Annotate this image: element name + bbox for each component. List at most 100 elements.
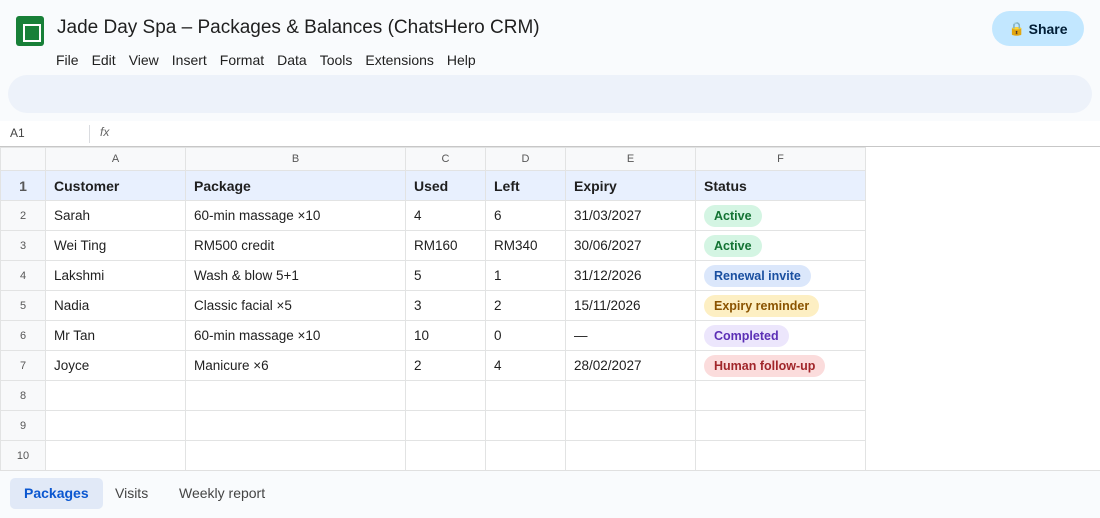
column-header-e[interactable]: E — [565, 147, 696, 171]
cell-b10[interactable] — [185, 440, 406, 471]
cell-c8[interactable] — [405, 380, 486, 411]
cell-a8[interactable] — [45, 380, 186, 411]
cell-f9[interactable] — [695, 410, 866, 441]
cell-d5[interactable]: 2 — [485, 290, 566, 321]
share-button[interactable]: 🔒 Share — [992, 11, 1084, 46]
menu-tools[interactable]: Tools — [320, 52, 359, 68]
cell-c6[interactable]: 10 — [405, 320, 486, 351]
sheets-logo-icon[interactable] — [16, 16, 44, 46]
cell-a10[interactable] — [45, 440, 186, 471]
sheet-tab-packages[interactable]: Packages — [10, 478, 103, 509]
cell-f5[interactable]: Expiry reminder — [695, 290, 866, 321]
menu-format[interactable]: Format — [220, 52, 270, 68]
cell-d7[interactable]: 4 — [485, 350, 566, 381]
cell-c3[interactable]: RM160 — [405, 230, 486, 261]
cell-d3[interactable]: RM340 — [485, 230, 566, 261]
cell-e2[interactable]: 31/03/2027 — [565, 200, 696, 231]
cell-e7[interactable]: 28/02/2027 — [565, 350, 696, 381]
row-number[interactable]: 7 — [0, 350, 46, 381]
cell-d4[interactable]: 1 — [485, 260, 566, 291]
row-number[interactable]: 8 — [0, 380, 46, 411]
cell-d8[interactable] — [485, 380, 566, 411]
cell-c5[interactable]: 3 — [405, 290, 486, 321]
row-number[interactable]: 2 — [0, 200, 46, 231]
menu-extensions[interactable]: Extensions — [365, 52, 439, 68]
cell-b5[interactable]: Classic facial ×5 — [185, 290, 406, 321]
cell-b6[interactable]: 60-min massage ×10 — [185, 320, 406, 351]
menu-insert[interactable]: Insert — [172, 52, 213, 68]
cell-b9[interactable] — [185, 410, 406, 441]
cell-d6[interactable]: 0 — [485, 320, 566, 351]
cell-c7[interactable]: 2 — [405, 350, 486, 381]
cell-e1[interactable]: Expiry — [565, 170, 696, 201]
cell-c10[interactable] — [405, 440, 486, 471]
status-badge: Active — [704, 204, 762, 227]
cell-f1[interactable]: Status — [695, 170, 866, 201]
cell-f3[interactable]: Active — [695, 230, 866, 261]
cell-e3[interactable]: 30/06/2027 — [565, 230, 696, 261]
column-header-b[interactable]: B — [185, 147, 406, 171]
cell-c9[interactable] — [405, 410, 486, 441]
cell-b8[interactable] — [185, 380, 406, 411]
cell-f6[interactable]: Completed — [695, 320, 866, 351]
cell-f8[interactable] — [695, 380, 866, 411]
cell-a2[interactable]: Sarah — [45, 200, 186, 231]
row-number[interactable]: 4 — [0, 260, 46, 291]
cell-b2[interactable]: 60-min massage ×10 — [185, 200, 406, 231]
cell-d2[interactable]: 6 — [485, 200, 566, 231]
cell-e9[interactable] — [565, 410, 696, 441]
cell-c4[interactable]: 5 — [405, 260, 486, 291]
cell-c2[interactable]: 4 — [405, 200, 486, 231]
menu-view[interactable]: View — [129, 52, 165, 68]
cell-b1[interactable]: Package — [185, 170, 406, 201]
cell-a7[interactable]: Joyce — [45, 350, 186, 381]
cell-b4[interactable]: Wash & blow 5+1 — [185, 260, 406, 291]
cell-b3[interactable]: RM500 credit — [185, 230, 406, 261]
cell-f10[interactable] — [695, 440, 866, 471]
row-number[interactable]: 3 — [0, 230, 46, 261]
row-number[interactable]: 1 — [0, 170, 46, 201]
column-header-a[interactable]: A — [45, 147, 186, 171]
row-number[interactable]: 6 — [0, 320, 46, 351]
cell-b7[interactable]: Manicure ×6 — [185, 350, 406, 381]
column-header-d[interactable]: D — [485, 147, 566, 171]
cell-a5[interactable]: Nadia — [45, 290, 186, 321]
menu-edit[interactable]: Edit — [92, 52, 122, 68]
cell-a6[interactable]: Mr Tan — [45, 320, 186, 351]
cell-d10[interactable] — [485, 440, 566, 471]
cell-a9[interactable] — [45, 410, 186, 441]
select-all-corner[interactable] — [0, 147, 46, 171]
cell-e10[interactable] — [565, 440, 696, 471]
menu-file[interactable]: File — [56, 52, 85, 68]
column-header-c[interactable]: C — [405, 147, 486, 171]
cell-d1[interactable]: Left — [485, 170, 566, 201]
row-number[interactable]: 5 — [0, 290, 46, 321]
status-badge: Active — [704, 234, 762, 257]
sheet-tab-visits[interactable]: Visits — [101, 478, 162, 509]
cell-a3[interactable]: Wei Ting — [45, 230, 186, 261]
lock-icon: 🔒 — [1008, 20, 1025, 36]
cell-a1[interactable]: Customer — [45, 170, 186, 201]
cell-e8[interactable] — [565, 380, 696, 411]
cell-d9[interactable] — [485, 410, 566, 441]
cell-e5[interactable]: 15/11/2026 — [565, 290, 696, 321]
cell-e4[interactable]: 31/12/2026 — [565, 260, 696, 291]
sheet-tab-weekly-report[interactable]: Weekly report — [165, 478, 279, 509]
menu-data[interactable]: Data — [277, 52, 313, 68]
name-box[interactable]: A1 — [10, 126, 25, 140]
row-number[interactable]: 10 — [0, 440, 46, 471]
row-number[interactable]: 9 — [0, 410, 46, 441]
table-row: 5 Nadia Classic facial ×5 3 2 15/11/2026 Expir… — [0, 290, 866, 321]
document-title[interactable]: Jade Day Spa – Packages & Balances (Chat… — [57, 17, 540, 39]
cell-f7[interactable]: Human follow-up — [695, 350, 866, 381]
menu-help[interactable]: Help — [447, 52, 482, 68]
cell-a4[interactable]: Lakshmi — [45, 260, 186, 291]
cell-e6[interactable]: — — [565, 320, 696, 351]
cell-f4[interactable]: Renewal invite — [695, 260, 866, 291]
table-row: 2 Sarah 60-min massage ×10 4 6 31/03/2027 Acti… — [0, 200, 866, 231]
column-header-f[interactable]: F — [695, 147, 866, 171]
cell-f2[interactable]: Active — [695, 200, 866, 231]
top-bar: Jade Day Spa – Packages & Balances (Chat… — [0, 0, 1100, 75]
cell-c1[interactable]: Used — [405, 170, 486, 201]
table-row: 9 — [0, 410, 866, 441]
